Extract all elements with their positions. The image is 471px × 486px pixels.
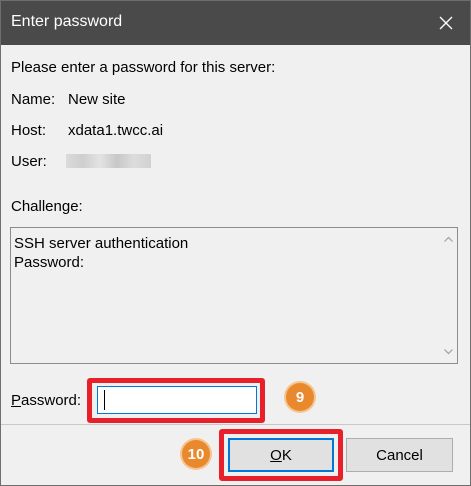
user-value-redacted	[66, 154, 151, 168]
footer-divider	[1, 424, 470, 425]
name-value: New site	[68, 91, 126, 108]
window-title: Enter password	[11, 13, 123, 30]
host-value: xdata1.twcc.ai	[68, 122, 164, 139]
user-label: User:	[11, 153, 47, 170]
scroll-up-icon[interactable]	[443, 234, 454, 245]
step-badge-9: 9	[286, 383, 314, 411]
challenge-textarea[interactable]: SSH server authentication Password:	[10, 227, 458, 364]
prompt-text: Please enter a password for this server:	[11, 59, 276, 76]
password-highlight-annotation	[87, 378, 265, 423]
ok-highlight-annotation	[219, 429, 343, 481]
cancel-button[interactable]: Cancel	[346, 438, 453, 472]
challenge-scrollbar[interactable]	[440, 228, 457, 363]
password-label-rest: assword:	[21, 392, 82, 409]
password-label: Password:	[11, 392, 81, 409]
challenge-label: Challenge:	[11, 198, 83, 215]
step-badge-10: 10	[182, 440, 210, 468]
scroll-down-icon[interactable]	[443, 346, 454, 357]
close-button[interactable]	[422, 1, 470, 45]
close-icon	[439, 16, 453, 30]
host-label: Host:	[11, 122, 47, 139]
name-label: Name:	[11, 91, 56, 108]
enter-password-dialog: Enter password Please enter a password f…	[0, 0, 471, 486]
password-label-mnemonic: P	[11, 392, 22, 409]
title-bar: Enter password	[1, 1, 470, 45]
challenge-text: SSH server authentication Password:	[14, 235, 189, 271]
